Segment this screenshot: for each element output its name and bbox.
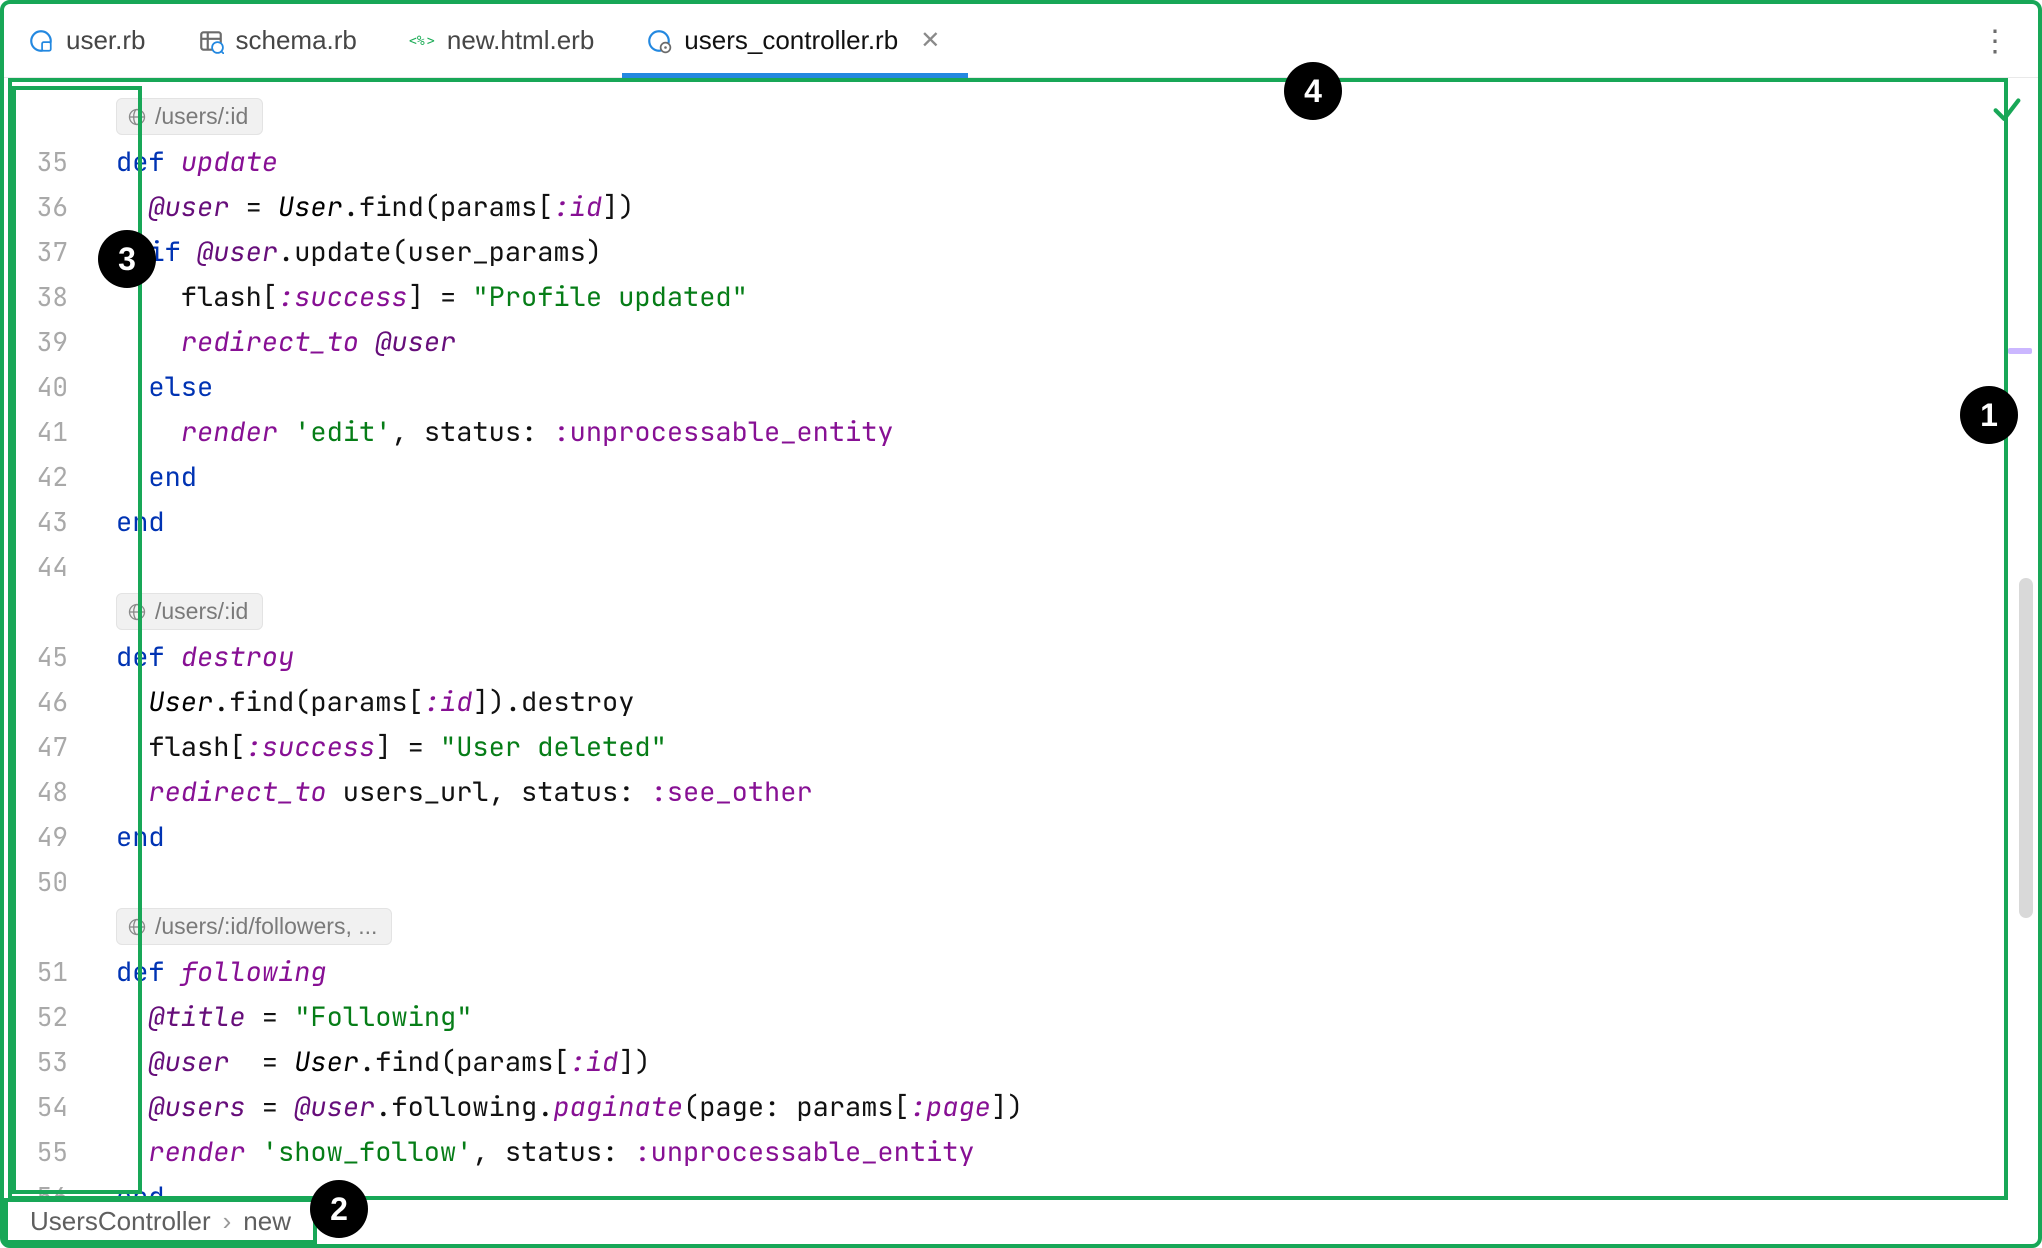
code-content[interactable]: /users/:id def update @user = User.find(p… [92,78,2038,1198]
code-line[interactable]: redirect_to users_url, status: :see_othe… [92,774,813,810]
code-line[interactable]: end [92,459,197,495]
code-line[interactable]: User.find(params[:id]).destroy [92,684,634,720]
callout-badge-2: 2 [310,1180,368,1238]
code-line[interactable]: def update [92,144,278,180]
line-number: 40 [4,369,92,404]
code-line[interactable]: render 'edit', status: :unprocessable_en… [92,414,894,450]
code-line[interactable]: else [92,369,213,405]
line-number: 41 [4,414,92,449]
tab-label: user.rb [66,25,146,56]
breadcrumb-part[interactable]: UsersController [30,1206,211,1237]
line-number: 53 [4,1044,92,1079]
tab-schema-rb[interactable]: schema.rb [174,4,385,77]
code-line[interactable]: flash[:success] = "Profile updated" [92,279,748,315]
code-line[interactable]: def following [92,954,327,990]
code-line[interactable]: redirect_to @user [92,324,456,360]
line-number: 44 [4,549,92,584]
svg-text:<%: <% [409,34,425,49]
callout-badge-3: 3 [98,230,156,288]
ruby-file-icon [646,28,672,54]
line-number: 45 [4,639,92,674]
code-line[interactable]: end [92,819,165,855]
tab-label: new.html.erb [447,25,594,56]
callout-badge-4: 4 [1284,62,1342,120]
line-number: 36 [4,189,92,224]
line-number: 39 [4,324,92,359]
code-line[interactable]: @users = @user.following.paginate(page: … [92,1089,1023,1125]
line-number: 42 [4,459,92,494]
tab-new-html-erb[interactable]: <%> new.html.erb [385,4,622,77]
route-hint[interactable]: /users/:id [116,593,263,630]
line-number: 43 [4,504,92,539]
line-number: 51 [4,954,92,989]
code-line[interactable]: render 'show_follow', status: :unprocess… [92,1134,975,1170]
code-line[interactable]: def destroy [92,639,294,675]
code-line[interactable]: @title = "Following" [92,999,472,1035]
breadcrumb-part[interactable]: new [243,1206,291,1237]
tab-label: users_controller.rb [684,25,898,56]
tab-label: schema.rb [236,25,357,56]
close-icon[interactable]: ✕ [920,26,940,55]
marker-stripe[interactable] [2008,348,2032,354]
tab-options-button[interactable]: ⋮ [1980,4,2012,78]
table-file-icon [198,28,224,54]
tab-users-controller-rb[interactable]: users_controller.rb ✕ [622,4,968,77]
breadcrumb[interactable]: UsersController › new [4,1198,317,1244]
line-number: 52 [4,999,92,1034]
line-number: 49 [4,819,92,854]
callout-badge-1: 1 [1960,386,2018,444]
ide-window: user.rb schema.rb <%> new.html.erb users… [0,0,2042,1248]
inspection-ok-icon[interactable] [1990,92,2024,131]
line-number: 47 [4,729,92,764]
ruby-file-icon [28,28,54,54]
editor-tabbar: user.rb schema.rb <%> new.html.erb users… [4,4,2038,78]
erb-file-icon: <%> [409,28,435,54]
line-number: 38 [4,279,92,314]
scrollbar-thumb[interactable] [2019,578,2033,918]
line-number: 50 [4,864,92,899]
code-line[interactable]: end [92,504,165,540]
line-number: 35 [4,144,92,179]
code-line[interactable]: flash[:success] = "User deleted" [92,729,667,765]
line-number: 55 [4,1134,92,1169]
code-line[interactable]: @user = User.find(params[:id]) [92,1044,651,1080]
editor-area[interactable]: 35 36 37 38 39 40 41 42 43 44 45 46 47 48 49 50 51 52 53 54… [4,78,2038,1198]
route-hint[interactable]: /users/:id [116,98,263,135]
line-number: 37 [4,234,92,269]
line-number: 48 [4,774,92,809]
breadcrumb-separator: › [223,1206,232,1237]
route-hint[interactable]: /users/:id/followers, ... [116,908,392,945]
line-number-gutter: 35 36 37 38 39 40 41 42 43 44 45 46 47 48 49 50 51 52 53 54… [4,78,92,1198]
code-line[interactable]: @user = User.find(params[:id]) [92,189,634,225]
code-line[interactable]: if @user.update(user_params) [92,234,602,270]
line-number: 54 [4,1089,92,1124]
svg-text:>: > [427,34,435,49]
tab-user-rb[interactable]: user.rb [4,4,174,77]
line-number: 46 [4,684,92,719]
editor-right-gutter [1982,78,2038,1198]
